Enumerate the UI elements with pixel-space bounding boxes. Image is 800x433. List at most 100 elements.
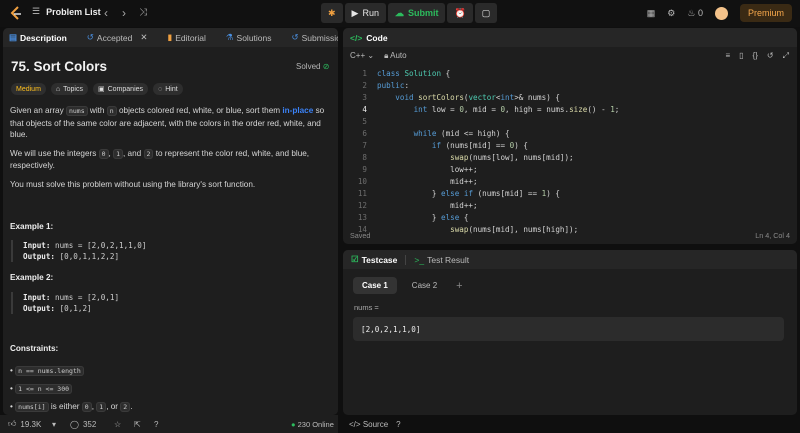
source-footer: </> Source ? — [343, 415, 797, 433]
notes-button[interactable]: ▢ — [474, 3, 498, 23]
tab-solutions[interactable]: ⚗ Solutions — [226, 32, 272, 43]
timer-button[interactable]: ⏰ — [447, 3, 473, 23]
solved-status: Solved ⊘ — [296, 62, 330, 71]
lock-icon: 🔒︎ — [384, 50, 389, 60]
thumbs-down-icon[interactable]: ▾ — [52, 420, 56, 429]
code-panel: </> Code C++ ⌄ 🔒︎ Auto ≡ ▯ {} ↺ ⤢ 1 2 3 4… — [343, 28, 797, 244]
code-icon: </> — [350, 32, 363, 43]
case-2-tab[interactable]: Case 2 — [403, 277, 446, 294]
paragraph-1: Given an array nums with n objects color… — [10, 106, 325, 139]
premium-button[interactable]: Premium — [739, 4, 792, 22]
problem-list-button[interactable]: ☰ Problem List — [32, 6, 101, 17]
history-icon: ↺ — [291, 32, 299, 42]
tab-accepted[interactable]: ↺ Accepted ✕ — [87, 32, 148, 43]
share-icon[interactable]: ⇱ — [134, 420, 141, 429]
help-icon[interactable]: ? — [396, 420, 400, 429]
companies-badge[interactable]: ▣ Companies — [92, 83, 149, 95]
checkbox-icon: ☑ — [351, 254, 359, 264]
example-2-block: Input: nums = [2,0,1] Output: [0,1,2] — [11, 292, 119, 314]
in-place-link[interactable]: in-place — [282, 106, 313, 115]
case-1-tab[interactable]: Case 1 — [353, 277, 397, 294]
format-icon[interactable]: ≡ — [725, 51, 730, 61]
list-icon: ☰ — [32, 6, 41, 16]
problem-badges: Medium ⌂ Topics ▣ Companies ◌ Hint — [11, 83, 183, 95]
editor-status-bar: Saved Ln 4, Col 4 — [343, 226, 797, 244]
document-icon: ▤ — [9, 32, 18, 42]
alarm-icon: ⏰ — [454, 7, 466, 18]
leetcode-logo-icon[interactable] — [9, 6, 23, 20]
tab-submissions[interactable]: ↺Submissions — [292, 32, 339, 43]
example-2-title: Example 2: — [10, 273, 54, 282]
flask-icon: ⚗ — [225, 32, 234, 42]
reset-icon[interactable]: ↺ — [767, 51, 774, 61]
editor-toolbar: C++ ⌄ 🔒︎ Auto ≡ ▯ {} ↺ ⤢ — [343, 47, 797, 64]
tab-description[interactable]: ▤ Description — [9, 32, 67, 43]
braces-icon[interactable]: {} — [753, 51, 758, 61]
top-right-tools: ▦ ⚙ ♨ 0 Premium — [647, 4, 792, 22]
terminal-icon: >_ — [414, 254, 425, 265]
play-icon: ▶ — [351, 7, 359, 18]
lightbulb-icon: ◌ — [158, 85, 163, 93]
cursor-position: Ln 4, Col 4 — [755, 230, 790, 240]
testcase-input[interactable]: [2,0,2,1,1,0] — [353, 317, 784, 341]
page-title: 75. Sort Colors — [11, 59, 108, 74]
run-button[interactable]: ▶ Run — [344, 3, 386, 23]
layout-grid-icon[interactable]: ▦ — [647, 8, 656, 19]
testcase-panel: ☑ Testcase >_ Test Result Case 1 Case 2 + … — [343, 250, 797, 415]
run-toolbar: ✱ ▶ Run ☁ Submit ⏰ ▢ — [321, 3, 498, 23]
thumbs-up-icon: 👍︎ — [8, 419, 17, 428]
paragraph-3: You must solve this problem without usin… — [10, 179, 256, 189]
example-1-title: Example 1: — [10, 222, 54, 231]
debug-button[interactable]: ✱ — [321, 3, 343, 23]
streak-counter[interactable]: ♨ 0 — [687, 8, 703, 19]
code-icon: </> — [349, 419, 361, 429]
shuffle-icon[interactable]: ⤨ — [139, 7, 147, 18]
hint-badge[interactable]: ◌ Hint — [153, 83, 183, 95]
fire-icon: ♨ — [687, 7, 696, 18]
add-case-icon[interactable]: + — [456, 280, 462, 292]
history-icon: ↺ — [86, 32, 94, 42]
constraints-title: Constraints: — [10, 344, 59, 353]
tag-icon: ⌂ — [55, 85, 61, 93]
language-select[interactable]: C++ ⌄ — [350, 51, 374, 60]
code-header: </> Code — [343, 28, 797, 47]
fullscreen-icon[interactable]: ⤢ — [783, 51, 789, 61]
tab-test-result[interactable]: >_ Test Result — [414, 255, 469, 265]
auto-toggle[interactable]: 🔒︎ Auto — [384, 51, 407, 61]
bug-icon: ✱ — [328, 7, 336, 18]
check-circle-icon: ⊘ — [322, 62, 330, 71]
online-count: ● 230 Online — [291, 419, 334, 429]
paragraph-2: We will use the integers 0, 1, and 2 to … — [10, 148, 310, 170]
saved-status: Saved — [350, 230, 371, 240]
problem-statement: Given an array nums with n objects color… — [10, 105, 330, 190]
close-icon[interactable]: ✕ — [140, 32, 147, 43]
star-icon[interactable]: ☆ — [114, 420, 121, 429]
constraints-list: • n == nums.length • 1 <= n <= 300 • num… — [10, 366, 133, 412]
settings-gear-icon[interactable]: ⚙ — [667, 8, 675, 19]
description-tabs: ▤ Description ↺ Accepted ✕ ▮ Editorial ⚗ Solu… — [3, 28, 338, 47]
testcase-tabs: ☑ Testcase >_ Test Result — [343, 250, 797, 269]
note-icon: ▢ — [481, 7, 491, 18]
lock-icon: ▣ — [97, 86, 105, 93]
submit-button[interactable]: ☁ Submit — [387, 3, 446, 23]
topics-badge[interactable]: ⌂ Topics — [50, 83, 88, 95]
tab-testcase[interactable]: ☑ Testcase — [351, 254, 397, 265]
variable-label: nums = — [354, 303, 379, 312]
description-footer: 👍︎ 19.3K ▾ ◯ 352 ☆ ⇱ ? ● 230 Online — [0, 415, 338, 433]
top-bar: ☰ Problem List ‹ › ⤨ ✱ ▶ Run ☁ Submit ⏰ ▢ … — [0, 0, 800, 27]
help-icon[interactable]: ? — [154, 420, 158, 429]
like-button[interactable]: 👍︎ 19.3K — [8, 419, 41, 429]
prev-problem-icon[interactable]: ‹ — [104, 6, 108, 20]
difficulty-badge[interactable]: Medium — [11, 83, 46, 95]
avatar[interactable] — [714, 6, 728, 20]
bookmark-icon[interactable]: ▯ — [739, 51, 743, 61]
tab-editorial[interactable]: ▮ Editorial — [168, 32, 206, 43]
comments-button[interactable]: ◯ 352 — [70, 420, 96, 429]
code-editor[interactable]: 1 2 3 4 5 6 7 8 9 10 11 12 13 14 class S… — [343, 68, 797, 244]
example-1-block: Input: nums = [2,0,2,1,1,0] Output: [0,0… — [11, 240, 146, 262]
comment-icon: ◯ — [70, 419, 79, 429]
next-problem-icon[interactable]: › — [122, 6, 126, 20]
online-dot-icon: ● — [291, 419, 296, 429]
source-button[interactable]: </> Source — [349, 420, 388, 429]
problem-list-label: Problem List — [46, 6, 101, 17]
